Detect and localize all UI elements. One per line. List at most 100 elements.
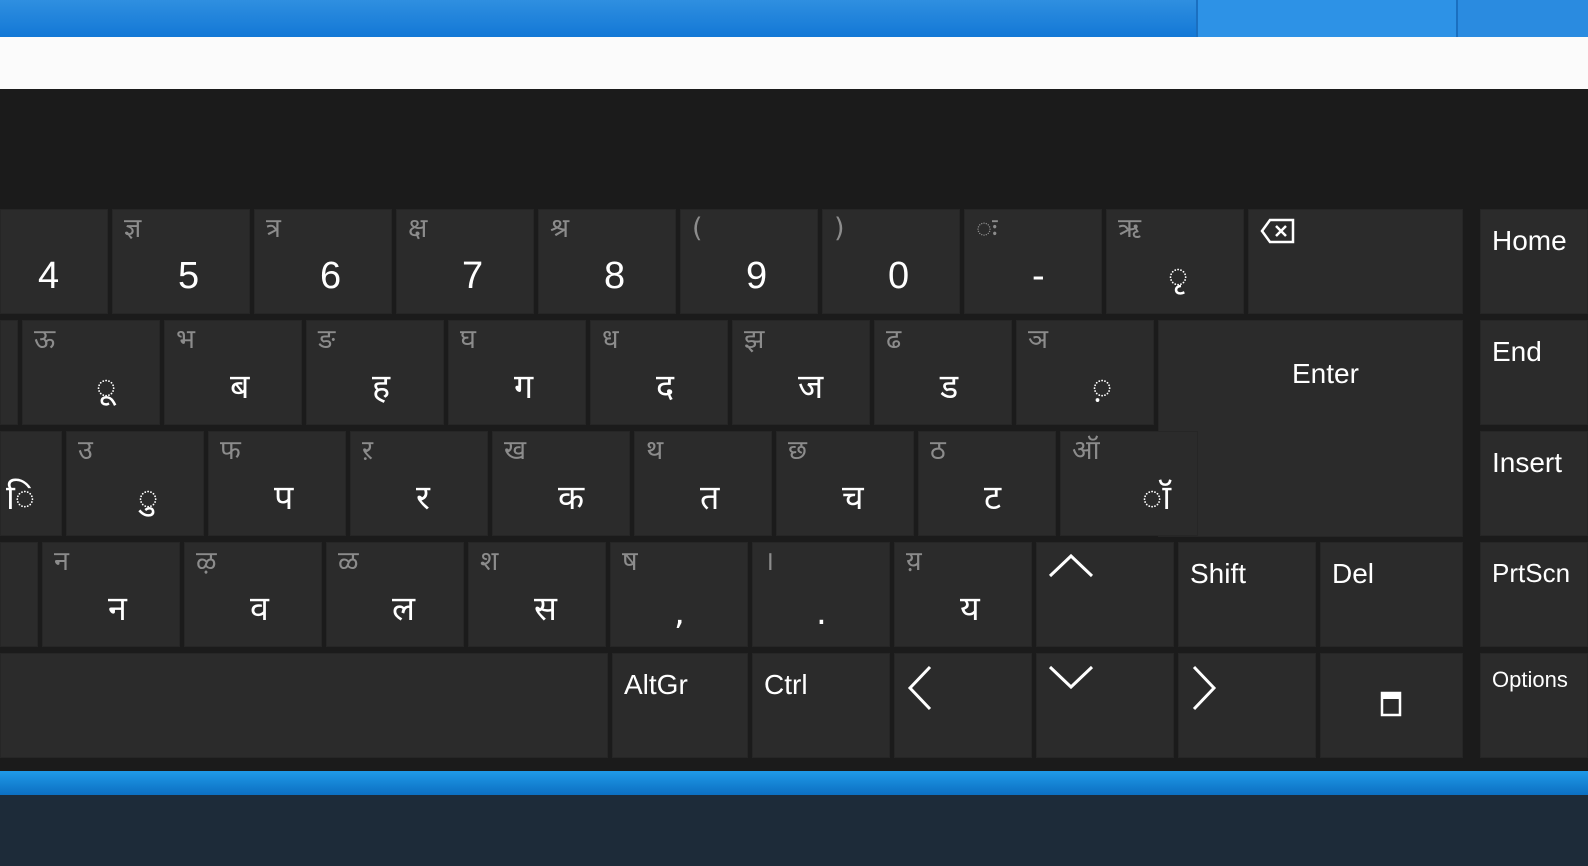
key-comma[interactable]: ष ,	[610, 542, 748, 647]
key-pa[interactable]: फ प	[208, 431, 346, 536]
key-da[interactable]: ध द	[590, 320, 728, 425]
key-dda[interactable]: ढ ड	[874, 320, 1012, 425]
key-9[interactable]: ( 9	[680, 209, 818, 314]
down-arrow-icon	[1046, 663, 1096, 696]
key-main-char: 5	[178, 255, 200, 297]
key-label: Enter	[1292, 358, 1359, 389]
key-0[interactable]: ) 0	[822, 209, 960, 314]
key-shift-char: ढ	[886, 324, 902, 355]
key-shift-char: )	[834, 213, 845, 244]
key-main-char: 4	[38, 255, 60, 297]
key-label: Shift	[1190, 558, 1247, 589]
key-down[interactable]	[1036, 653, 1174, 758]
key-partial[interactable]	[0, 320, 18, 425]
key-shift-char: ळ	[338, 546, 359, 577]
key-partial[interactable]	[0, 542, 38, 647]
key-shift-char: घ	[460, 324, 476, 355]
key-tta[interactable]: ठ ट	[918, 431, 1056, 536]
key-ta[interactable]: थ त	[634, 431, 772, 536]
key-space[interactable]	[0, 653, 608, 758]
key-enter[interactable]: Enter	[1158, 320, 1463, 537]
key-la[interactable]: ळ ल	[326, 542, 464, 647]
key-up[interactable]	[1036, 542, 1174, 647]
desktop-background	[0, 795, 1588, 866]
key-main-char: ह	[372, 367, 391, 407]
key-cha[interactable]: छ च	[776, 431, 914, 536]
key-ba[interactable]: भ ब	[164, 320, 302, 425]
on-screen-keyboard: 4 ज्ञ 5 त्र 6 क्ष 7 श्र 8 ( 9 ) 0 ः - ऋ …	[0, 89, 1588, 771]
key-shift-char: ऋ	[1118, 213, 1142, 244]
key-end[interactable]: End	[1480, 320, 1588, 425]
key-insert[interactable]: Insert	[1480, 431, 1588, 536]
key-main-char: ि	[6, 478, 36, 518]
key-ka[interactable]: ख क	[492, 431, 630, 536]
key-i-sign[interactable]: ि	[0, 431, 62, 536]
key-label: Del	[1332, 558, 1375, 589]
key-prtscn[interactable]: PrtScn	[1480, 542, 1588, 647]
right-arrow-icon	[1190, 663, 1220, 716]
key-na[interactable]: न न	[42, 542, 180, 647]
key-period[interactable]: । .	[752, 542, 890, 647]
key-label: Options	[1492, 667, 1568, 692]
key-shift[interactable]: Shift	[1178, 542, 1316, 647]
key-main-char: य	[960, 589, 980, 629]
key-altgr[interactable]: AltGr	[612, 653, 748, 758]
key-main-char: 0	[888, 255, 910, 297]
text-input-area[interactable]	[0, 37, 1588, 89]
key-ctrl[interactable]: Ctrl	[752, 653, 890, 758]
key-shift-char: ख	[504, 435, 527, 466]
key-main-char: 7	[462, 255, 484, 297]
key-ga[interactable]: घ ग	[448, 320, 586, 425]
key-main-char: ू	[96, 367, 117, 407]
key-ri[interactable]: ऋ ृ	[1106, 209, 1244, 314]
key-7[interactable]: क्ष 7	[396, 209, 534, 314]
key-ya[interactable]: य़ य	[894, 542, 1032, 647]
key-left[interactable]	[894, 653, 1032, 758]
key-label: Home	[1492, 225, 1567, 256]
key-ha[interactable]: ङ ह	[306, 320, 444, 425]
key-shift-char: छ	[788, 435, 807, 466]
key-candra-o[interactable]: ऑ ॉ	[1060, 431, 1198, 536]
key-shift-char: उ	[78, 435, 93, 466]
key-u[interactable]: उ ु	[66, 431, 204, 536]
key-shift-char: ः	[976, 213, 998, 244]
key-shift-char: त्र	[266, 213, 281, 244]
key-ra[interactable]: ऱ र	[350, 431, 488, 536]
taskbar-segment	[1196, 0, 1456, 37]
key-main-char: ट	[984, 478, 1002, 518]
key-nukta[interactable]: ञ ़	[1016, 320, 1154, 425]
key-va[interactable]: ऴ व	[184, 542, 322, 647]
key-fade[interactable]	[1320, 653, 1463, 758]
key-label: Insert	[1492, 447, 1563, 478]
key-options[interactable]: Options	[1480, 653, 1588, 758]
key-shift-char: थ	[646, 435, 664, 466]
key-5[interactable]: ज्ञ 5	[112, 209, 250, 314]
key-shift-char: य़	[906, 546, 922, 577]
key-main-char: व	[250, 589, 269, 629]
key-main-char: ़	[1092, 367, 1113, 407]
key-right[interactable]	[1178, 653, 1316, 758]
key-sa[interactable]: श स	[468, 542, 606, 647]
key-backspace[interactable]	[1248, 209, 1463, 314]
key-shift-char: ऊ	[34, 324, 56, 355]
key-shift-char: ठ	[930, 435, 946, 466]
key-uu[interactable]: ऊ ू	[22, 320, 160, 425]
key-label: Ctrl	[764, 669, 808, 700]
key-shift-char: झ	[744, 324, 765, 355]
key-ja[interactable]: झ ज	[732, 320, 870, 425]
key-shift-char: क्ष	[408, 213, 428, 244]
key-main-char: च	[842, 478, 864, 518]
key-4[interactable]: 4	[0, 209, 108, 314]
key-del[interactable]: Del	[1320, 542, 1463, 647]
key-minus[interactable]: ः -	[964, 209, 1102, 314]
key-shift-char: ङ	[318, 324, 336, 355]
key-6[interactable]: त्र 6	[254, 209, 392, 314]
key-main-char: ड	[940, 367, 959, 407]
key-main-char: ,	[674, 593, 685, 633]
key-main-char: 6	[320, 255, 342, 297]
key-shift-char: ञ	[1028, 324, 1049, 355]
key-main-char: प	[274, 478, 294, 518]
key-main-char: 8	[604, 255, 626, 297]
key-home[interactable]: Home	[1480, 209, 1588, 314]
key-8[interactable]: श्र 8	[538, 209, 676, 314]
